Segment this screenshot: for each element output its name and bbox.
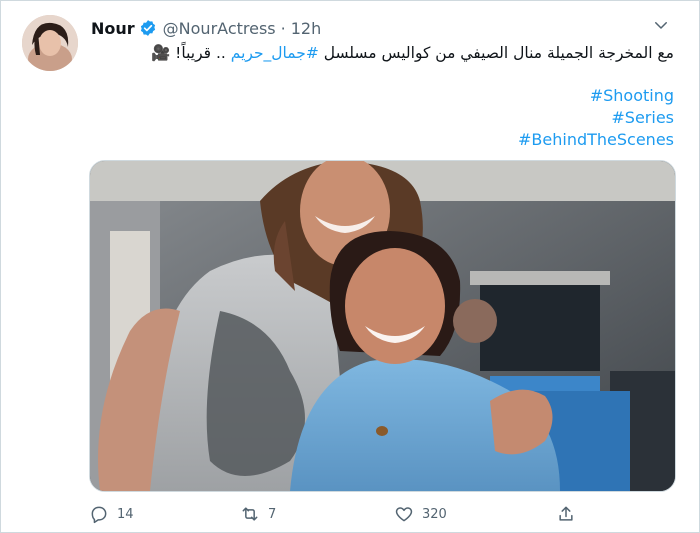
heart-icon [395,507,413,522]
separator-dot: · [280,18,286,38]
tweet-photo[interactable] [89,160,676,492]
retweet-count: 7 [268,506,277,522]
photo-image [90,161,675,491]
hashtag-link-shooting[interactable]: #Shooting [518,85,674,107]
author-name[interactable]: Nour [91,19,135,38]
tweet-header: Nour @NourActress · 12h [91,17,321,39]
avatar-image [22,15,78,71]
tweet-actions: 14 7 320 [0,500,700,528]
hashtag-list: #Shooting #Series #BehindTheScenes [518,85,674,151]
reply-icon [91,506,107,524]
timestamp[interactable]: 12h [291,19,322,38]
hashtag-link-series[interactable]: #Series [518,107,674,129]
retweet-button[interactable]: 7 [240,500,276,528]
verified-badge-icon [140,20,155,36]
chevron-down-icon[interactable] [652,16,670,34]
retweet-icon [242,507,258,521]
author-handle[interactable]: @NourActress [163,19,276,38]
hashtag-link-behindthescenes[interactable]: #BehindTheScenes [518,129,674,151]
hashtag-link-inline[interactable]: #جمال_حريم [231,44,319,62]
reply-count: 14 [117,506,134,522]
share-button[interactable] [556,500,584,528]
like-button[interactable]: 320 [394,500,447,528]
share-icon [559,506,573,521]
tweet-text-suffix: .. قريباً! 🎥 [150,44,231,62]
avatar[interactable] [22,15,78,71]
tweet-text-prefix: مع المخرجة الجميلة منال الصيفي من كواليس… [318,44,674,62]
tweet-text: مع المخرجة الجميلة منال الصيفي من كواليس… [94,42,674,64]
reply-button[interactable]: 14 [89,500,134,528]
like-count: 320 [422,506,447,522]
